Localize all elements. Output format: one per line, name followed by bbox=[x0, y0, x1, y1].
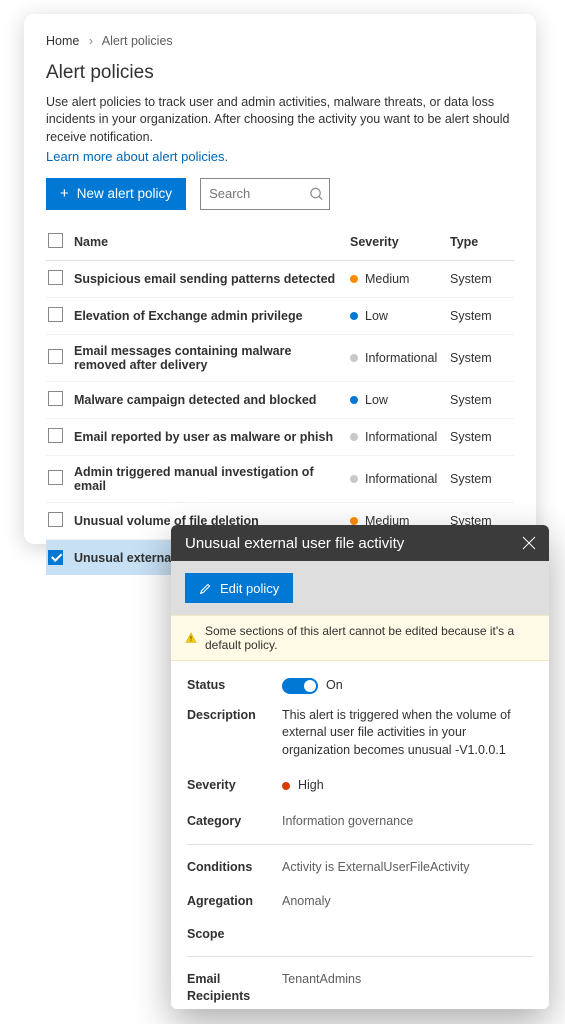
policy-name[interactable]: Suspicious email sending patterns detect… bbox=[74, 272, 350, 286]
recipients-label: Email Recipients bbox=[187, 971, 272, 1004]
field-severity: Severity High bbox=[187, 765, 533, 801]
learn-more-link[interactable]: Learn more about alert policies. bbox=[46, 149, 228, 164]
field-recipients: Email Recipients TenantAdmins bbox=[187, 965, 533, 1009]
table-row[interactable]: Suspicious email sending patterns detect… bbox=[46, 261, 514, 298]
table-row[interactable]: Malware campaign detected and blockedLow… bbox=[46, 382, 514, 419]
field-description: Description This alert is triggered when… bbox=[187, 701, 533, 766]
policy-severity: Medium bbox=[350, 272, 450, 286]
search-icon bbox=[309, 186, 324, 201]
policy-name[interactable]: Elevation of Exchange admin privilege bbox=[74, 309, 350, 323]
recipients-value: TenantAdmins bbox=[282, 971, 533, 989]
table-header: Name Severity Type bbox=[46, 224, 514, 261]
severity-dot-icon bbox=[350, 396, 358, 404]
severity-dot-icon bbox=[282, 782, 290, 790]
row-checkbox[interactable] bbox=[48, 550, 63, 565]
breadcrumb-home[interactable]: Home bbox=[46, 34, 79, 48]
policy-type: System bbox=[450, 472, 512, 486]
row-checkbox[interactable] bbox=[48, 428, 63, 443]
policy-severity: Low bbox=[350, 393, 450, 407]
scope-label: Scope bbox=[187, 926, 272, 942]
section-divider bbox=[187, 844, 533, 845]
alert-policies-card: Home Alert policies Alert policies Use a… bbox=[24, 14, 536, 544]
aggregation-label: Agregation bbox=[187, 893, 272, 909]
severity-dot-icon bbox=[350, 312, 358, 320]
policy-type: System bbox=[450, 430, 512, 444]
col-name[interactable]: Name bbox=[74, 235, 350, 249]
severity-dot-icon bbox=[350, 517, 358, 525]
col-severity[interactable]: Severity bbox=[350, 235, 450, 249]
row-checkbox[interactable] bbox=[48, 512, 63, 527]
policy-type: System bbox=[450, 351, 512, 365]
severity-value: High bbox=[298, 777, 324, 795]
close-icon[interactable] bbox=[521, 535, 537, 551]
table-row[interactable]: Elevation of Exchange admin privilegeLow… bbox=[46, 298, 514, 335]
breadcrumb-current: Alert policies bbox=[102, 34, 173, 48]
row-checkbox[interactable] bbox=[48, 270, 63, 285]
policy-name[interactable]: Email reported by user as malware or phi… bbox=[74, 430, 350, 444]
policy-severity: Informational bbox=[350, 430, 450, 444]
policy-name[interactable]: Malware campaign detected and blocked bbox=[74, 393, 350, 407]
field-conditions: Conditions Activity is ExternalUserFileA… bbox=[187, 853, 533, 883]
severity-dot-icon bbox=[350, 354, 358, 362]
severity-dot-icon bbox=[350, 275, 358, 283]
category-label: Category bbox=[187, 813, 272, 829]
chevron-right-icon bbox=[83, 34, 99, 48]
field-scope: Scope bbox=[187, 916, 533, 948]
search-box bbox=[200, 178, 330, 210]
conditions-value: Activity is ExternalUserFileActivity bbox=[282, 859, 533, 877]
row-checkbox[interactable] bbox=[48, 470, 63, 485]
warning-icon bbox=[185, 631, 197, 645]
policy-severity: Informational bbox=[350, 351, 450, 365]
description-value: This alert is triggered when the volume … bbox=[282, 707, 533, 760]
policy-type: System bbox=[450, 393, 512, 407]
table-row[interactable]: Admin triggered manual investigation of … bbox=[46, 456, 514, 503]
policy-type: System bbox=[450, 272, 512, 286]
policy-name[interactable]: Email messages containing malware remove… bbox=[74, 344, 350, 372]
category-value: Information governance bbox=[282, 813, 533, 831]
field-category: Category Information governance bbox=[187, 801, 533, 837]
intro-text: Use alert policies to track user and adm… bbox=[46, 94, 514, 146]
page-title: Alert policies bbox=[46, 62, 514, 84]
aggregation-value: Anomaly bbox=[282, 893, 533, 911]
conditions-label: Conditions bbox=[187, 859, 272, 875]
policy-detail-panel: Unusual external user file activity Edit… bbox=[171, 525, 549, 1009]
status-label: Status bbox=[187, 677, 272, 693]
breadcrumb: Home Alert policies bbox=[46, 34, 514, 48]
row-checkbox[interactable] bbox=[48, 349, 63, 364]
panel-title: Unusual external user file activity bbox=[185, 535, 404, 552]
severity-dot-icon bbox=[350, 475, 358, 483]
row-checkbox[interactable] bbox=[48, 391, 63, 406]
new-policy-label: New alert policy bbox=[77, 186, 172, 201]
severity-dot-icon bbox=[350, 433, 358, 441]
description-label: Description bbox=[187, 707, 272, 723]
policy-type: System bbox=[450, 309, 512, 323]
panel-toolbar: Edit policy bbox=[171, 561, 549, 615]
actions-row: + New alert policy bbox=[46, 178, 514, 210]
policy-severity: Informational bbox=[350, 472, 450, 486]
warning-text: Some sections of this alert cannot be ed… bbox=[205, 624, 535, 652]
col-type[interactable]: Type bbox=[450, 235, 512, 249]
policy-severity: Low bbox=[350, 309, 450, 323]
table-row[interactable]: Email messages containing malware remove… bbox=[46, 335, 514, 382]
table-row[interactable]: Email reported by user as malware or phi… bbox=[46, 419, 514, 456]
edit-policy-label: Edit policy bbox=[220, 581, 279, 596]
row-checkbox[interactable] bbox=[48, 307, 63, 322]
panel-header: Unusual external user file activity bbox=[171, 525, 549, 561]
status-toggle[interactable] bbox=[282, 678, 318, 694]
select-all-checkbox[interactable] bbox=[48, 233, 63, 248]
status-value: On bbox=[326, 677, 343, 695]
panel-warning: Some sections of this alert cannot be ed… bbox=[171, 615, 549, 661]
field-status: Status On bbox=[187, 671, 533, 701]
edit-policy-button[interactable]: Edit policy bbox=[185, 573, 293, 603]
panel-body: Status On Description This alert is trig… bbox=[171, 661, 549, 1009]
policy-name[interactable]: Admin triggered manual investigation of … bbox=[74, 465, 350, 493]
section-divider bbox=[187, 956, 533, 957]
pencil-icon bbox=[199, 582, 212, 595]
field-aggregation: Agregation Anomaly bbox=[187, 883, 533, 917]
severity-label: Severity bbox=[187, 777, 272, 793]
new-alert-policy-button[interactable]: + New alert policy bbox=[46, 178, 186, 210]
